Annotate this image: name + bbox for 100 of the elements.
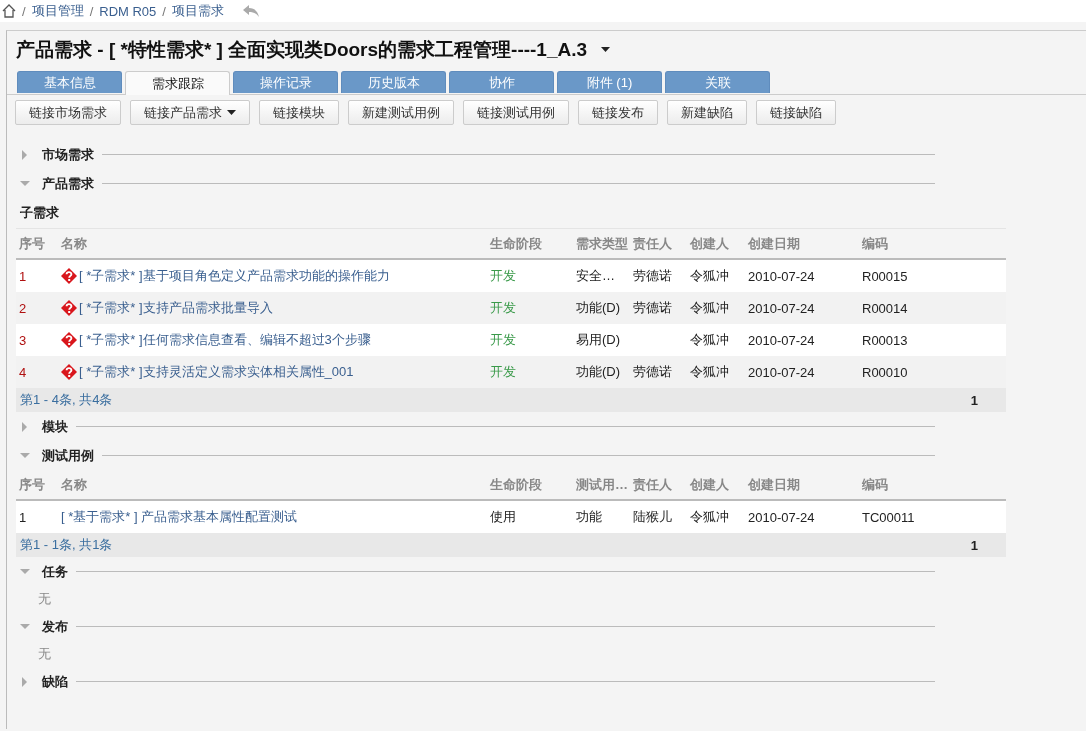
- row-number: 1: [19, 509, 28, 525]
- table-cell-text: 令狐冲: [690, 331, 730, 349]
- column-header: 责任人: [633, 475, 673, 494]
- table-cell-text: 劳德诺: [633, 363, 673, 381]
- caret-icon: [227, 110, 236, 115]
- table-cell-text: 劳德诺: [633, 299, 673, 317]
- table-cell-text: 功能: [576, 508, 603, 526]
- section-title[interactable]: 任务: [42, 562, 68, 581]
- collapse-triangle-icon[interactable]: [20, 178, 30, 189]
- table-cell-text: 令狐冲: [690, 363, 730, 381]
- table-cell-text: R00013: [862, 332, 909, 348]
- row-number: 4: [19, 364, 28, 380]
- section-title[interactable]: 测试用例: [42, 446, 94, 465]
- expand-triangle-icon[interactable]: [20, 421, 30, 432]
- column-header: 需求类型: [576, 234, 629, 253]
- collapse-triangle-icon[interactable]: [20, 621, 30, 632]
- expand-triangle-icon[interactable]: [20, 149, 30, 160]
- table-cell-text: 令狐冲: [690, 508, 730, 526]
- item-link[interactable]: [ *子需求* ]支持产品需求批量导入: [61, 299, 490, 317]
- pager-summary: 第1 - 4条, 共4条: [20, 391, 113, 409]
- action-button[interactable]: 链接测试用例: [463, 100, 569, 125]
- action-button[interactable]: 新建缺陷: [667, 100, 747, 125]
- item-link[interactable]: [ *子需求* ]基于项目角色定义产品需求功能的操作能力: [61, 267, 490, 285]
- section-title[interactable]: 模块: [42, 417, 68, 436]
- question-diamond-icon: [61, 300, 77, 316]
- table-cell-text: 开发: [490, 299, 517, 317]
- table-cell-text: 2010-07-24: [748, 332, 816, 348]
- collapse-triangle-icon[interactable]: [20, 450, 30, 461]
- back-arrow-icon[interactable]: [241, 4, 260, 18]
- question-diamond-icon: [61, 332, 77, 348]
- table-cell-text: R00014: [862, 300, 909, 316]
- table-cell-text: 开发: [490, 267, 517, 285]
- breadcrumb-separator: /: [22, 3, 26, 19]
- table-cell-text: 2010-07-24: [748, 268, 816, 284]
- breadcrumb-separator: /: [89, 3, 94, 19]
- column-header: 编码: [862, 234, 889, 253]
- table-cell-text: 功能(D): [576, 363, 622, 381]
- column-header: 编码: [862, 475, 889, 494]
- table-cell-text: R00010: [862, 364, 909, 380]
- action-button[interactable]: 新建测试用例: [348, 100, 454, 125]
- breadcrumb-separator: /: [162, 3, 166, 19]
- item-link[interactable]: [ *子需求* ]支持灵活定义需求实体相关属性_001: [61, 363, 490, 381]
- table-cell-text: 开发: [490, 363, 517, 381]
- column-header: 生命阶段: [490, 475, 543, 494]
- item-link[interactable]: [ *子需求* ]任何需求信息查看、编辑不超过3个步骤: [61, 331, 490, 349]
- question-diamond-icon: [61, 268, 77, 284]
- action-button[interactable]: 链接模块: [259, 100, 339, 125]
- expand-triangle-icon[interactable]: [20, 676, 30, 687]
- table-cell-text: 劳德诺: [633, 267, 673, 285]
- row-number: 3: [19, 332, 28, 348]
- caret-icon[interactable]: [601, 47, 611, 53]
- column-header: 创建日期: [748, 234, 801, 253]
- section-title[interactable]: 市场需求: [42, 145, 94, 164]
- table-cell-text: 2010-07-24: [748, 364, 816, 380]
- table-cell-text: 令狐冲: [690, 299, 730, 317]
- page-title: 产品需求 - [ *特性需求* ] 全面实现类Doors的需求工程管理----1_A.3: [16, 38, 588, 62]
- action-button[interactable]: 链接发布: [578, 100, 658, 125]
- column-header: 名称: [61, 475, 88, 494]
- breadcrumb-link[interactable]: 项目管理: [31, 2, 84, 20]
- empty-text: 无: [37, 590, 52, 608]
- collapse-triangle-icon[interactable]: [20, 566, 30, 577]
- column-header: 序号: [19, 234, 46, 253]
- column-header: 测试用…: [576, 475, 629, 494]
- row-number: 1: [19, 268, 28, 284]
- column-header: 创建人: [690, 475, 730, 494]
- item-link[interactable]: [ *基于需求* ] 产品需求基本属性配置测试: [61, 508, 490, 526]
- page-number[interactable]: 1: [970, 537, 978, 553]
- column-header: 创建日期: [748, 475, 801, 494]
- empty-text: 无: [37, 645, 52, 663]
- action-button[interactable]: 链接缺陷: [756, 100, 836, 125]
- table-cell-text: 2010-07-24: [748, 300, 816, 316]
- table-cell-text: 开发: [490, 331, 517, 349]
- section-title[interactable]: 发布: [42, 617, 68, 636]
- table-cell-text: 易用(D): [576, 331, 622, 349]
- table-cell-text: 令狐冲: [690, 267, 730, 285]
- section-title[interactable]: 缺陷: [42, 672, 68, 691]
- pager-summary: 第1 - 1条, 共1条: [20, 536, 113, 554]
- table-cell-text: TC00011: [862, 509, 916, 525]
- section-title[interactable]: 产品需求: [42, 174, 94, 193]
- breadcrumb-link[interactable]: RDM R05: [99, 3, 157, 19]
- subsection-title: 子需求: [16, 198, 1006, 229]
- table-cell-text: 使用: [490, 508, 517, 526]
- action-button[interactable]: 链接市场需求: [15, 100, 121, 125]
- row-number: 2: [19, 300, 28, 316]
- question-diamond-icon: [61, 364, 77, 380]
- column-header: 创建人: [690, 234, 730, 253]
- action-button[interactable]: 链接产品需求: [130, 100, 250, 125]
- table-cell-text: 功能(D): [576, 299, 622, 317]
- column-header: 责任人: [633, 234, 673, 253]
- tab[interactable]: 需求跟踪: [125, 71, 230, 95]
- home-icon[interactable]: [2, 4, 16, 18]
- table-cell-text: 2010-07-24: [748, 509, 816, 525]
- column-header: 生命阶段: [490, 234, 543, 253]
- table-cell-text: 陆猴儿: [633, 508, 673, 526]
- table-cell-text: R00015: [862, 268, 909, 284]
- column-header: 名称: [61, 234, 88, 253]
- column-header: 序号: [19, 475, 46, 494]
- table-cell-text: 安全…: [576, 267, 616, 285]
- page-number[interactable]: 1: [970, 392, 978, 408]
- breadcrumb-link[interactable]: 项目需求: [171, 2, 224, 20]
